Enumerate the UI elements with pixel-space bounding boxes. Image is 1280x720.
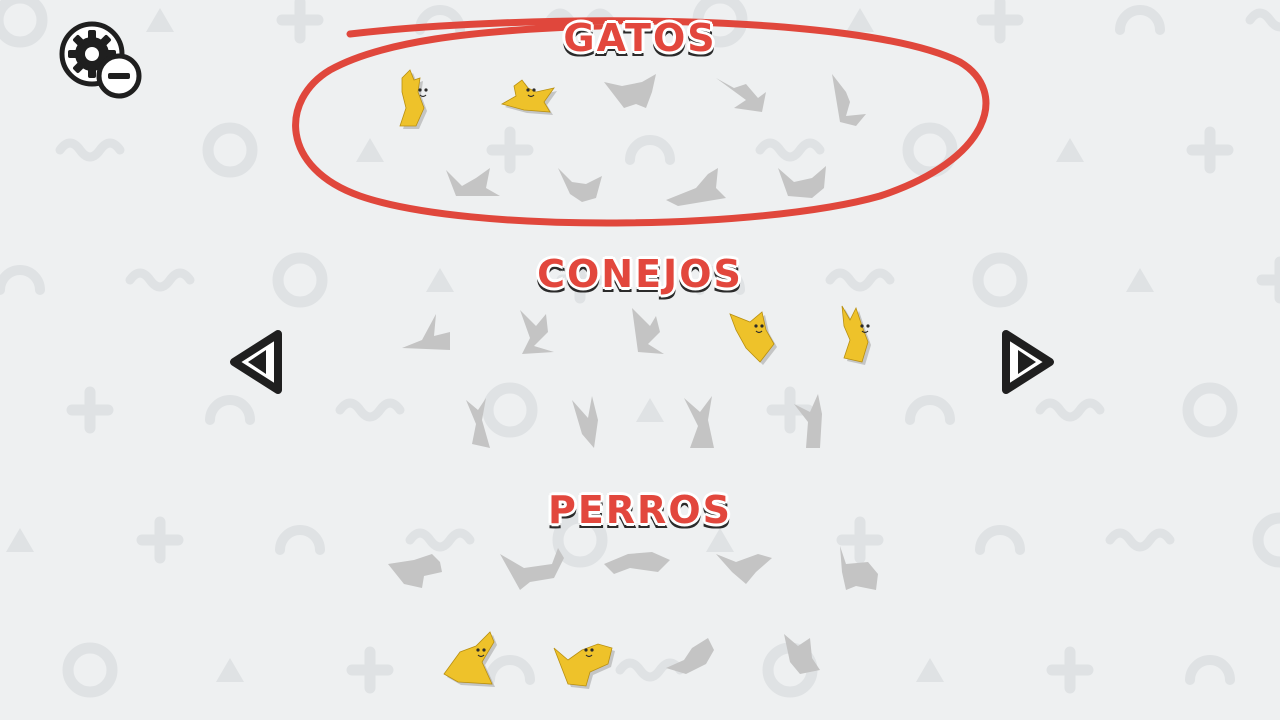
previous-page-button[interactable] [226,328,288,398]
gatos-silhouette-icon [500,79,557,115]
puzzle-tile-conejos-5[interactable] [822,304,902,366]
gatos-silhouette-icon [446,168,500,196]
perros-silhouette-icon [604,552,670,574]
perros-silhouette-icon [716,554,772,584]
puzzle-tile-conejos-7[interactable] [554,390,634,452]
puzzle-tile-perros-4[interactable] [706,544,786,606]
conejos-silhouette-icon [572,396,598,448]
conejos-silhouette-icon [684,396,714,448]
conejos-silhouette-icon [402,314,450,350]
puzzle-tile-perros-8[interactable] [656,628,736,690]
next-page-button[interactable] [996,328,1058,398]
category-title-conejos: CONEJOS [537,252,743,296]
puzzle-tile-gatos-2[interactable] [488,68,568,130]
puzzle-tile-gatos-6[interactable] [438,158,518,220]
puzzle-tile-conejos-8[interactable] [664,390,744,452]
puzzle-tile-conejos-9[interactable] [772,390,852,452]
puzzle-tile-conejos-3[interactable] [610,304,690,366]
puzzle-tile-perros-3[interactable] [600,544,680,606]
puzzle-tile-gatos-7[interactable] [546,158,626,220]
puzzle-tile-perros-1[interactable] [384,544,464,606]
gatos-silhouette-icon [778,166,826,198]
puzzle-tile-gatos-9[interactable] [764,158,844,220]
puzzle-tile-conejos-1[interactable] [392,304,472,366]
conejos-silhouette-icon [632,308,664,354]
puzzle-tile-gatos-1[interactable] [380,68,460,130]
gatos-silhouette-icon [399,69,428,129]
puzzle-tile-conejos-6[interactable] [446,390,526,452]
puzzle-tile-perros-2[interactable] [494,544,574,606]
perros-silhouette-icon [840,546,878,590]
perros-silhouette-icon [443,631,497,687]
puzzle-tile-perros-6[interactable] [438,628,518,690]
perros-silhouette-icon [388,554,442,588]
conejos-silhouette-icon [466,398,490,448]
gatos-silhouette-icon [716,78,766,112]
puzzle-tile-conejos-4[interactable] [716,304,796,366]
conejos-silhouette-icon [520,310,554,354]
puzzle-tile-gatos-5[interactable] [816,68,896,130]
puzzle-tile-conejos-2[interactable] [500,304,580,366]
conejos-silhouette-icon [729,311,777,365]
puzzle-tile-perros-5[interactable] [812,544,892,606]
conejos-silhouette-icon [794,394,822,448]
perros-silhouette-icon [500,548,564,590]
gatos-silhouette-icon [558,168,602,202]
perros-silhouette-icon [553,643,615,689]
puzzle-tile-gatos-4[interactable] [706,68,786,130]
puzzle-tile-gatos-3[interactable] [596,68,676,130]
conejos-silhouette-icon [841,305,871,365]
puzzle-tile-gatos-8[interactable] [656,158,736,220]
gatos-silhouette-icon [604,74,656,108]
category-title-gatos: GATOS [563,16,717,60]
perros-silhouette-icon [784,634,820,674]
puzzle-tile-perros-9[interactable] [764,628,844,690]
triangle-right-icon [1002,330,1054,394]
gatos-silhouette-icon [666,168,726,206]
puzzle-tile-perros-7[interactable] [546,628,626,690]
triangle-left-icon [230,330,282,394]
perros-silhouette-icon [666,638,714,674]
gatos-silhouette-icon [832,74,866,126]
category-title-perros: PERROS [547,488,732,532]
